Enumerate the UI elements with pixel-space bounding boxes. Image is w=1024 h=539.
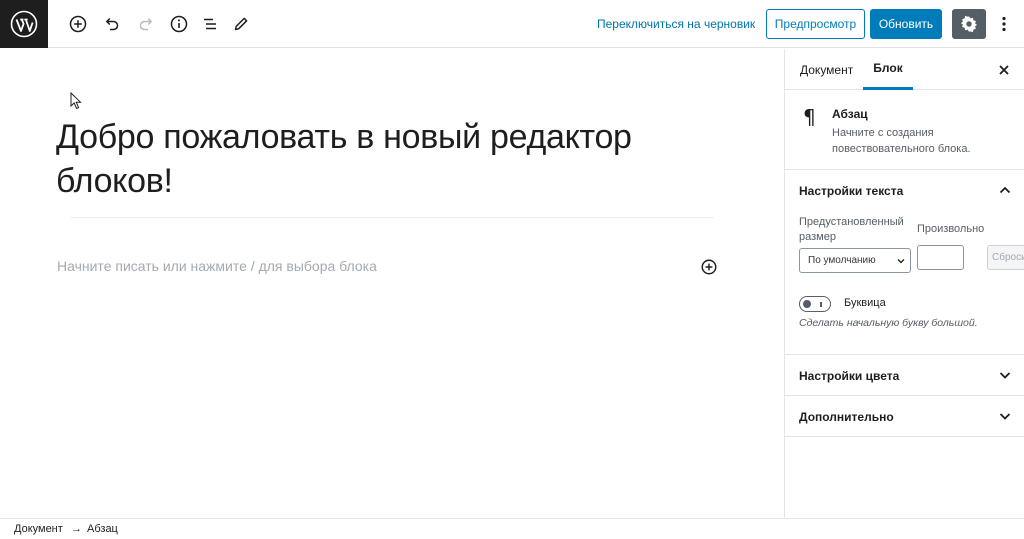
chevron-down-icon[interactable] — [997, 367, 1013, 383]
close-icon — [999, 65, 1009, 75]
undo-button[interactable] — [100, 12, 124, 36]
breadcrumb-paragraph[interactable]: Абзац — [87, 523, 118, 535]
breadcrumb-document[interactable]: Документ — [14, 523, 63, 535]
plus-circle-icon — [701, 259, 717, 275]
paragraph-placeholder[interactable]: Начните писать или нажмите / для выбора … — [57, 258, 377, 274]
switch-to-draft-link[interactable]: Переключиться на черновик — [597, 17, 755, 31]
block-breadcrumb: Документ → Абзац — [0, 518, 1024, 539]
chevron-up-icon[interactable] — [997, 182, 1013, 198]
color-settings-panel[interactable]: Настройки цвета — [785, 355, 1024, 396]
block-name: Абзац — [832, 107, 868, 121]
drop-cap-label: Буквица — [844, 297, 886, 309]
advanced-panel[interactable]: Дополнительно — [785, 396, 1024, 437]
wordpress-icon — [10, 10, 38, 38]
content-info-button[interactable] — [167, 12, 191, 36]
font-size-select[interactable]: По умолчанию — [799, 248, 911, 273]
block-description: Начните с создания повествовательного бл… — [832, 127, 971, 155]
vertical-ellipsis-icon — [1002, 16, 1006, 32]
more-options-button[interactable] — [992, 12, 1016, 36]
inline-add-block-button[interactable] — [700, 258, 718, 276]
custom-size-label: Произвольно — [917, 223, 985, 235]
redo-icon — [139, 17, 153, 31]
chevron-down-icon[interactable] — [997, 408, 1013, 424]
color-settings-title[interactable]: Настройки цвета — [799, 369, 899, 383]
toggle-off-mark — [820, 302, 822, 307]
undo-icon — [105, 17, 119, 31]
chevron-down-icon — [897, 259, 905, 264]
preset-size-label: Предустановленный размер — [799, 216, 904, 243]
settings-button[interactable] — [952, 9, 986, 39]
tools-button[interactable] — [229, 12, 253, 36]
advanced-title[interactable]: Дополнительно — [799, 410, 894, 424]
redo-button[interactable] — [134, 12, 158, 36]
text-settings-toggle[interactable]: Настройки текста — [799, 184, 903, 198]
font-size-select-value: По умолчанию — [808, 255, 876, 266]
update-button[interactable]: Обновить — [870, 9, 942, 39]
plus-circle-icon — [69, 15, 87, 33]
preview-button[interactable]: Предпросмотр — [766, 9, 865, 39]
block-card: ¶ Абзац Начните с создания повествовател… — [785, 91, 1024, 170]
editor-header: Переключиться на черновик Предпросмотр О… — [0, 0, 1024, 48]
wordpress-logo-button[interactable] — [0, 0, 48, 48]
paragraph-icon: ¶ — [803, 105, 816, 129]
editor-canvas: Добро пожаловать в новый редактор блоков… — [0, 49, 784, 518]
block-navigation-button[interactable] — [198, 12, 222, 36]
pencil-icon — [234, 17, 248, 31]
toggle-knob — [803, 300, 811, 308]
title-divider — [70, 217, 714, 218]
close-sidebar-button[interactable] — [995, 61, 1013, 79]
text-settings-panel: Настройки текста Предустановленный разме… — [785, 170, 1024, 355]
breadcrumb-separator: → — [71, 523, 82, 535]
mouse-cursor-icon — [70, 92, 82, 110]
tab-document[interactable]: Документ — [800, 49, 853, 90]
custom-size-input[interactable] — [917, 245, 964, 270]
list-view-icon — [204, 18, 216, 30]
tab-block[interactable]: Блок — [863, 49, 913, 90]
drop-cap-help: Сделать начальную букву большой. — [799, 317, 978, 329]
info-icon — [170, 15, 188, 33]
add-block-button[interactable] — [66, 12, 90, 36]
gear-icon — [960, 15, 978, 33]
reset-size-button[interactable]: Сбросить — [987, 245, 1024, 270]
drop-cap-toggle[interactable] — [799, 296, 831, 312]
sidebar-tabs: Документ Блок — [785, 49, 1024, 90]
settings-sidebar: Документ Блок ¶ Абзац Начните с создания… — [784, 49, 1024, 518]
post-title[interactable]: Добро пожаловать в новый редактор блоков… — [56, 115, 696, 203]
